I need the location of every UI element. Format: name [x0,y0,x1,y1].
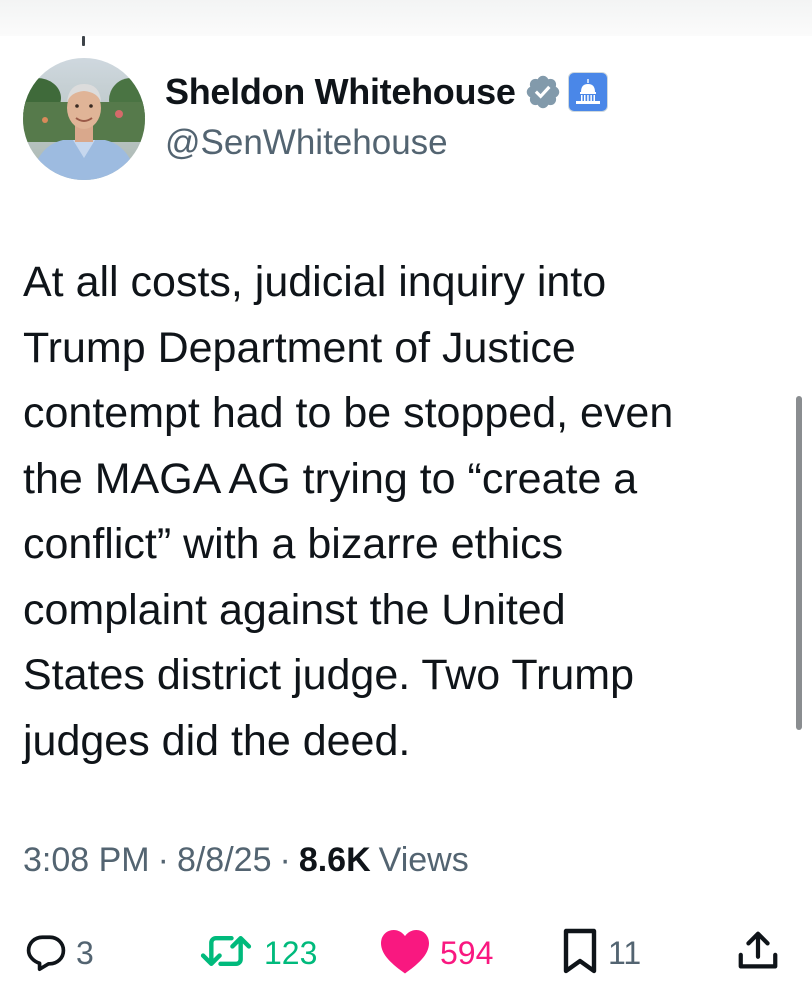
reply-button[interactable]: 3 [24,925,94,981]
like-button[interactable]: 594 [378,925,493,981]
views-label: Views [378,840,469,879]
like-count: 594 [440,934,494,971]
retweet-count: 123 [264,934,318,971]
tweet-text: At all costs, judicial inquiry into Trum… [23,258,674,765]
author-handle[interactable]: @SenWhitehouse [165,123,448,163]
bookmark-count: 11 [608,934,642,971]
scrollbar[interactable] [796,396,802,730]
share-button[interactable] [735,925,781,981]
tweet-meta: 3:08 PM · 8/8/25 · 8.6K Views [23,838,469,882]
tweet-date[interactable]: 8/8/25 [177,841,272,880]
bookmark-icon [560,927,600,980]
author-display-name[interactable]: Sheldon Whitehouse [165,71,516,113]
thread-connector-line [82,36,85,46]
capitol-icon[interactable] [567,72,608,112]
retweet-icon [196,929,256,978]
retweet-button[interactable]: 123 [196,925,317,981]
action-bar: 3 123 594 11 [0,925,812,981]
views-count: 8.6K [298,840,371,879]
heart-icon [378,927,432,980]
previous-tweet-edge [0,0,812,36]
reply-count: 3 [76,934,94,971]
tweet-time[interactable]: 3:08 PM [23,841,150,880]
meta-separator: · [279,840,291,879]
avatar[interactable] [23,58,145,180]
verified-badge-icon[interactable] [524,73,562,111]
share-icon [735,928,781,979]
meta-separator: · [157,840,169,879]
reply-icon [24,929,68,978]
tweet-page: Sheldon Whitehouse @SenWhitehouse At all… [0,0,812,1000]
bookmark-button[interactable]: 11 [560,925,641,981]
author-name-row: Sheldon Whitehouse [165,70,608,114]
